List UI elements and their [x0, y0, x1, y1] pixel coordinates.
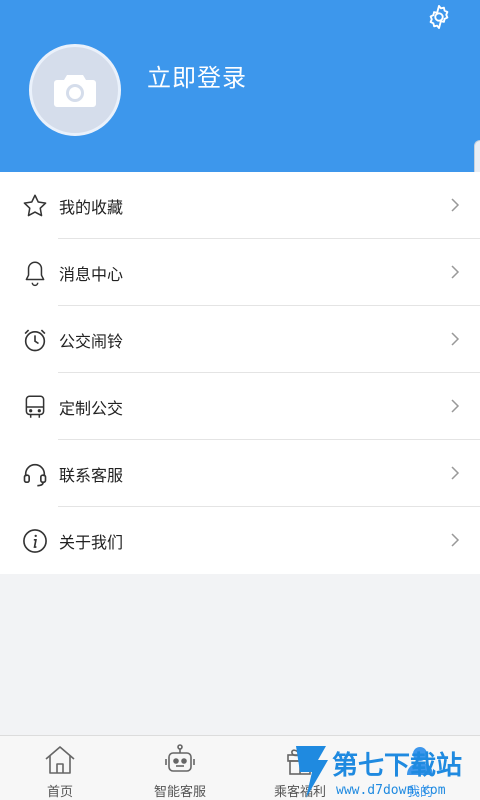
- menu-item-label: 联系客服: [59, 465, 124, 485]
- chevron-right-icon: [451, 198, 460, 212]
- settings-button[interactable]: [422, 0, 456, 34]
- info-icon: [18, 524, 52, 558]
- chevron-right-icon: [451, 332, 460, 346]
- menu-item-label: 消息中心: [59, 264, 124, 284]
- avatar[interactable]: [29, 44, 121, 136]
- robot-icon: [162, 742, 198, 778]
- camera-icon: [54, 75, 96, 107]
- chevron-right-icon: [451, 265, 460, 279]
- tab-label: 首页: [46, 785, 73, 800]
- star-icon: [18, 189, 52, 223]
- bottom-tab-bar: 首页 智能客服 乘客福利 我的: [0, 735, 480, 800]
- login-link[interactable]: 立即登录: [147, 58, 247, 93]
- gear-icon: [429, 4, 449, 30]
- menu-item-bus-alarm[interactable]: 公交闹铃: [0, 306, 480, 373]
- tab-label: 我的: [406, 785, 433, 800]
- bell-icon: [18, 256, 52, 290]
- menu-item-label: 定制公交: [59, 398, 124, 418]
- tab-label: 智能客服: [153, 785, 206, 800]
- menu-list: 我的收藏 消息中心 公交闹铃 定制公交 联系客服 关于我们: [0, 172, 480, 574]
- gift-icon: [282, 742, 318, 778]
- menu-item-about[interactable]: 关于我们: [0, 507, 480, 574]
- chevron-right-icon: [451, 399, 460, 413]
- tab-passenger-benefits[interactable]: 乘客福利: [240, 736, 360, 800]
- user-icon: [402, 742, 438, 778]
- tab-mine[interactable]: 我的: [360, 736, 480, 800]
- chevron-right-icon: [451, 466, 460, 480]
- bus-icon: [18, 390, 52, 424]
- menu-item-favorites[interactable]: 我的收藏: [0, 172, 480, 239]
- alarm-clock-icon: [18, 323, 52, 357]
- headset-icon: [18, 457, 52, 491]
- chevron-right-icon: [451, 533, 460, 547]
- menu-item-label: 公交闹铃: [59, 331, 124, 351]
- menu-item-messages[interactable]: 消息中心: [0, 239, 480, 306]
- menu-item-label: 关于我们: [59, 532, 124, 552]
- tab-smart-service[interactable]: 智能客服: [120, 736, 240, 800]
- menu-item-label: 我的收藏: [59, 197, 124, 217]
- menu-item-custom-bus[interactable]: 定制公交: [0, 373, 480, 440]
- tab-label: 乘客福利: [273, 785, 326, 800]
- profile-header: 立即登录: [0, 0, 480, 172]
- menu-item-customer-service[interactable]: 联系客服: [0, 440, 480, 507]
- tab-home[interactable]: 首页: [0, 736, 120, 800]
- home-icon: [42, 742, 78, 778]
